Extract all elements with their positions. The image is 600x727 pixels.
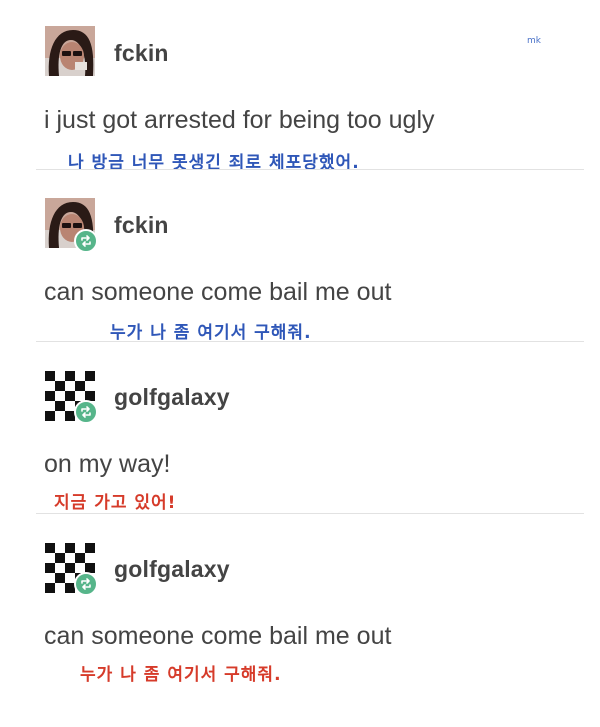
post-text: can someone come bail me out [44, 278, 392, 306]
divider [36, 513, 584, 514]
username[interactable]: fckin [114, 40, 169, 67]
post-text: i just got arrested for being too ugly [44, 106, 435, 134]
watermark: mk [527, 36, 541, 46]
reblog-icon [74, 229, 98, 253]
translation-text: 지금 가고 있어! [54, 493, 177, 513]
post-text: can someone come bail me out [44, 622, 392, 650]
username[interactable]: golfgalaxy [114, 384, 230, 411]
username[interactable]: golfgalaxy [114, 556, 230, 583]
reblog-icon [74, 572, 98, 596]
translation-text: 누가 나 좀 여기서 구해줘. [80, 665, 282, 685]
username[interactable]: fckin [114, 212, 169, 239]
divider [36, 169, 584, 170]
divider [36, 341, 584, 342]
reblog-icon [74, 400, 98, 424]
translation-text: 누가 나 좀 여기서 구해줘. [110, 323, 312, 343]
avatar[interactable] [45, 26, 95, 76]
post-text: on my way! [44, 450, 171, 478]
